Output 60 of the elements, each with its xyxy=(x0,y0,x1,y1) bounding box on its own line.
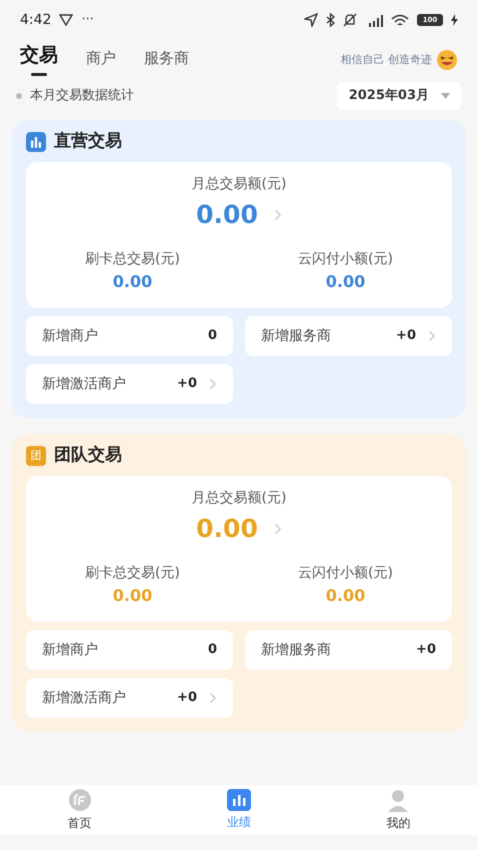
chevron-right-icon xyxy=(209,378,217,390)
chevron-right-icon xyxy=(209,692,217,704)
month-picker[interactable]: 2025年03月 xyxy=(336,82,462,110)
nav-item[interactable]: 首页 xyxy=(0,785,160,835)
charging-icon xyxy=(451,14,458,26)
location-icon xyxy=(304,13,318,27)
stat-count: +0 xyxy=(416,641,436,660)
stat-amount: 0.00 xyxy=(326,585,366,607)
team-badge: 团 xyxy=(26,446,46,466)
stat-row[interactable]: 新增服务商 +0 xyxy=(245,316,452,356)
bell-off-icon xyxy=(343,13,357,27)
stat-count: +0 xyxy=(177,375,197,394)
total-label: 月总交易额(元) xyxy=(192,489,286,508)
stat-row[interactable]: 新增服务商 +0 xyxy=(245,630,452,670)
stat-amount: 0.00 xyxy=(112,585,152,607)
stat-amount: 0.00 xyxy=(112,271,152,293)
stat-label: 云闪付小额(元) xyxy=(298,250,393,269)
tab[interactable]: 交易 xyxy=(20,44,58,76)
total-label: 月总交易额(元) xyxy=(192,175,286,194)
logo-icon xyxy=(68,788,92,812)
stat-row[interactable]: 新增激活商户 +0 xyxy=(26,678,233,718)
stat-count: 0 xyxy=(208,327,217,346)
stat-label: 新增激活商户 xyxy=(42,374,126,394)
status-time: 4:42 xyxy=(20,10,52,30)
chevron-right-icon xyxy=(428,330,436,342)
stat-count: +0 xyxy=(177,689,197,708)
stat-label: 新增激活商户 xyxy=(42,688,126,708)
stat-label: 刷卡总交易(元) xyxy=(85,250,180,269)
chevron-right-icon xyxy=(274,209,282,221)
stat-amount: 0.00 xyxy=(326,271,366,293)
stat-row[interactable]: 新增激活商户 +0 xyxy=(26,364,233,404)
nav-item[interactable]: 我的 xyxy=(318,785,478,835)
bluetooth-icon xyxy=(326,13,335,27)
stat-row[interactable]: 新增商户 0 xyxy=(26,316,233,356)
bar-chart-icon xyxy=(226,789,251,811)
bar-chart-icon xyxy=(26,132,46,152)
stat-label: 刷卡总交易(元) xyxy=(85,564,180,583)
subtitle-text: 本月交易数据统计 xyxy=(30,87,134,106)
tab[interactable]: 商户 xyxy=(86,49,116,76)
stat-label: 新增服务商 xyxy=(261,326,331,346)
stat-label: 新增服务商 xyxy=(261,640,331,660)
total-amount: 0.00 xyxy=(196,513,258,545)
stat-label: 云闪付小额(元) xyxy=(298,564,393,583)
motto-text: 相信自己 创造奇迹 xyxy=(340,52,432,68)
nav-item[interactable]: 业绩 xyxy=(159,785,319,835)
wifi-icon xyxy=(391,14,409,26)
stat-label: 新增商户 xyxy=(42,640,98,660)
chevron-right-icon xyxy=(274,523,282,535)
tab[interactable]: 服务商 xyxy=(144,49,189,76)
section-title: 直营交易 xyxy=(54,130,122,154)
dropdown-caret-icon xyxy=(441,93,450,99)
laughing-emoji-icon xyxy=(436,49,458,71)
stat-count: +0 xyxy=(396,327,416,346)
person-icon xyxy=(386,788,410,812)
stat-count: 0 xyxy=(208,641,217,660)
section-title: 团队交易 xyxy=(54,444,122,468)
stat-row[interactable]: 新增商户 0 xyxy=(26,630,233,670)
more-dots: ··· xyxy=(81,11,94,30)
stat-label: 新增商户 xyxy=(42,326,98,346)
total-amount: 0.00 xyxy=(196,199,258,231)
